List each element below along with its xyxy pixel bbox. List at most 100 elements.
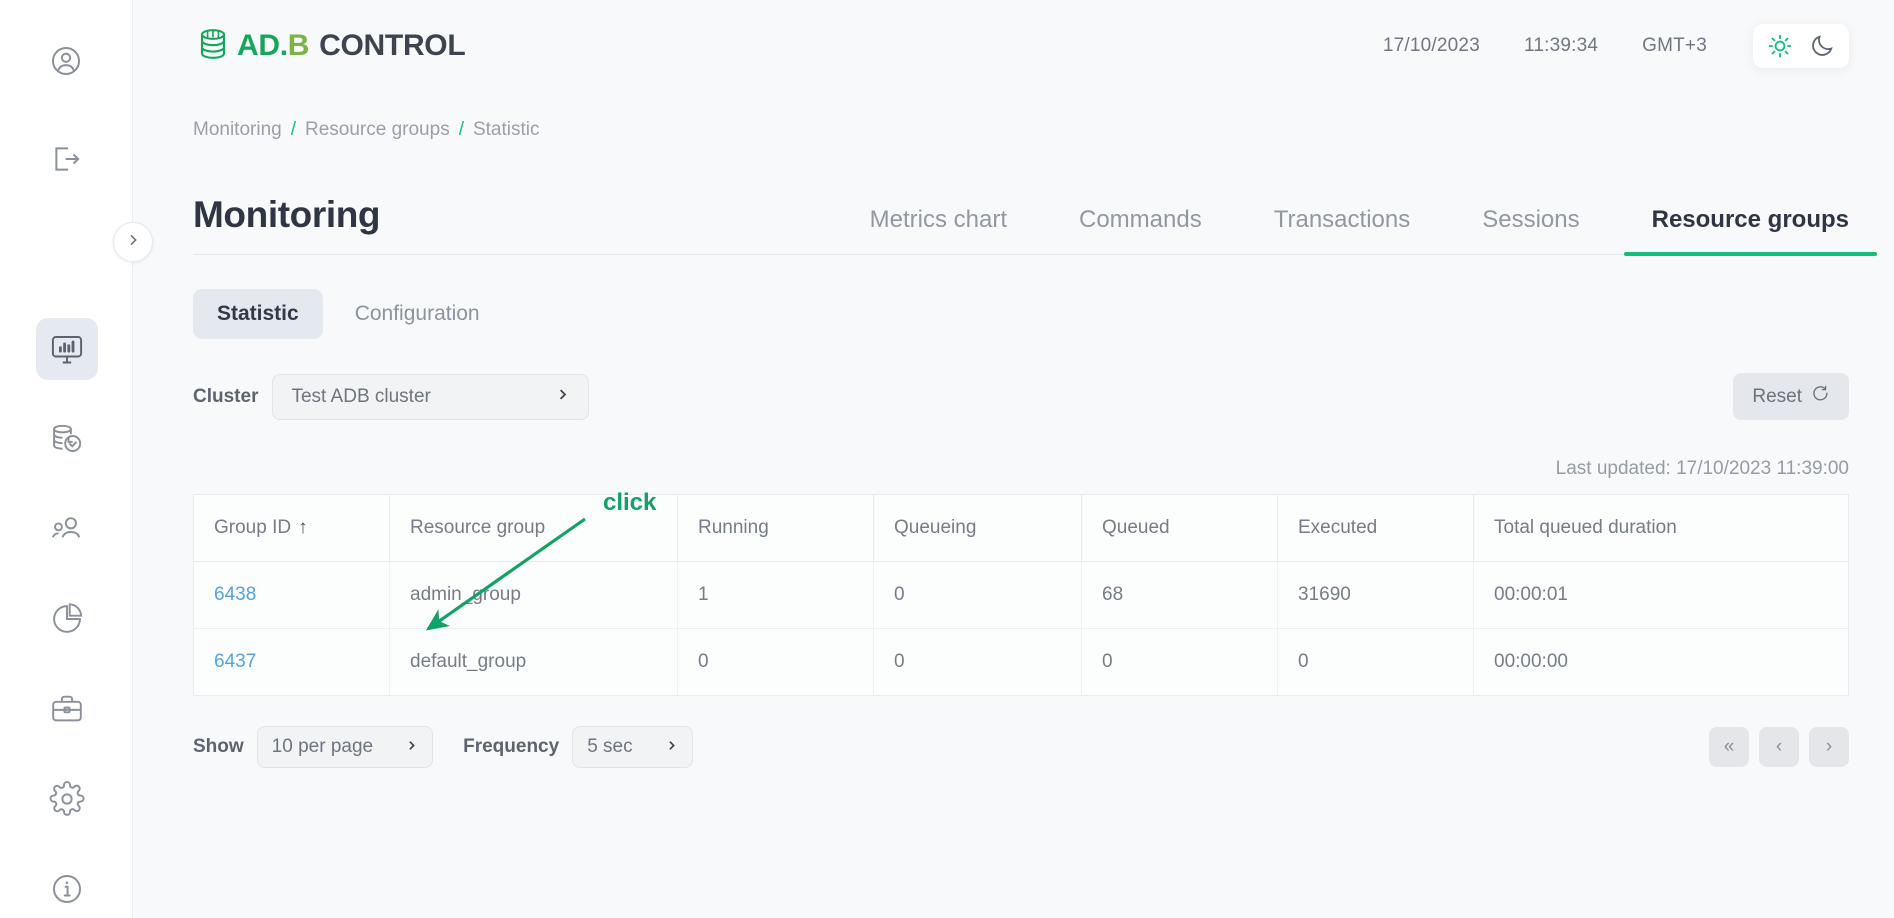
tab-resource-groups[interactable]: Resource groups (1652, 206, 1849, 254)
top-bar: AD.B CONTROL 17/10/2023 11:39:34 GMT+3 (133, 0, 1894, 92)
pagination: « ‹ › (1709, 727, 1849, 767)
refresh-icon (1811, 384, 1830, 409)
frequency-select[interactable]: 5 sec (572, 726, 692, 768)
breadcrumb: Monitoring / Resource groups / Statistic (193, 92, 1849, 141)
tab-metrics-chart[interactable]: Metrics chart (870, 206, 1007, 254)
cell-queued: 0 (1082, 629, 1278, 696)
breadcrumb-item-2[interactable]: Statistic (473, 119, 540, 141)
cell-executed: 31690 (1278, 562, 1474, 629)
subtab-statistic[interactable]: Statistic (193, 289, 323, 339)
breadcrumb-separator: / (291, 119, 296, 141)
logo-text-ad: AD (237, 29, 280, 62)
column-header-group-id-label: Group ID (214, 517, 291, 538)
chevron-right-icon (555, 386, 570, 408)
logo-mark-icon (193, 24, 233, 69)
sidebar-item-backup[interactable] (36, 408, 98, 470)
subtab-configuration[interactable]: Configuration (331, 289, 504, 339)
page-size-select[interactable]: 10 per page (257, 726, 433, 768)
breadcrumb-item-0[interactable]: Monitoring (193, 119, 282, 141)
logo-text-dot: . (280, 29, 288, 62)
cell-queueing: 0 (874, 629, 1082, 696)
header-right: 17/10/2023 11:39:34 GMT+3 (1339, 24, 1849, 68)
sort-ascending-icon: ↑ (298, 517, 308, 538)
table-row[interactable]: 6437 default_group 0 0 0 0 00:00:00 (194, 629, 1849, 696)
cell-running: 1 (678, 562, 874, 629)
resource-groups-table: Group ID↑ Resource group Running Queuein… (193, 494, 1849, 696)
logo-text-b: B (288, 29, 309, 62)
logout-icon[interactable] (35, 128, 97, 190)
cell-total-queued-duration: 00:00:01 (1474, 562, 1849, 629)
sidebar-nav (0, 318, 133, 918)
table-footer: Show 10 per page Frequency 5 sec « ‹ (193, 726, 1849, 768)
tab-transactions[interactable]: Transactions (1274, 206, 1411, 254)
tab-sessions[interactable]: Sessions (1482, 206, 1579, 254)
cell-queueing: 0 (874, 562, 1082, 629)
tab-bar: Monitoring Metrics chart Commands Transa… (193, 183, 1849, 255)
table-header-row: Group ID↑ Resource group Running Queuein… (194, 495, 1849, 562)
cell-group-id: 6437 (194, 629, 390, 696)
column-header-queued[interactable]: Queued (1082, 495, 1278, 562)
column-header-running[interactable]: Running (678, 495, 874, 562)
header-time: 11:39:34 (1524, 35, 1598, 57)
sidebar-item-monitoring[interactable] (36, 318, 98, 380)
annotation-label: click (603, 489, 656, 517)
sidebar-item-reports[interactable] (36, 588, 98, 650)
sidebar-collapse-toggle[interactable] (113, 222, 153, 262)
sidebar (0, 0, 133, 918)
sun-icon[interactable] (1767, 33, 1793, 59)
header-date: 17/10/2023 (1383, 35, 1480, 57)
table-row[interactable]: 6438 admin_group 1 0 68 31690 00:00:01 (194, 562, 1849, 629)
next-page-button[interactable]: › (1809, 727, 1849, 767)
reset-button[interactable]: Reset (1733, 373, 1849, 420)
chevron-right-icon (665, 736, 678, 758)
sub-tab-bar: Statistic Configuration (193, 289, 1849, 339)
cell-queued: 68 (1082, 562, 1278, 629)
first-page-button[interactable]: « (1709, 727, 1749, 767)
show-label: Show (193, 736, 244, 758)
column-header-executed[interactable]: Executed (1278, 495, 1474, 562)
header-timezone: GMT+3 (1642, 35, 1707, 57)
cell-executed: 0 (1278, 629, 1474, 696)
sidebar-top-group (0, 0, 132, 190)
logo-text-control: CONTROL (319, 29, 465, 62)
breadcrumb-separator: / (459, 119, 464, 141)
sidebar-item-users[interactable] (36, 498, 98, 560)
last-updated-text: Last updated: 17/10/2023 11:39:00 (193, 458, 1849, 480)
account-icon[interactable] (35, 30, 97, 92)
moon-icon[interactable] (1809, 33, 1835, 59)
cluster-label: Cluster (193, 386, 258, 408)
cell-group-id: 6438 (194, 562, 390, 629)
group-id-link[interactable]: 6438 (214, 584, 256, 605)
page-size-value: 10 per page (272, 736, 373, 758)
theme-switcher (1753, 24, 1849, 68)
sidebar-item-workspace[interactable] (36, 678, 98, 740)
filter-bar: Cluster Test ADB cluster Reset (193, 373, 1849, 420)
cell-total-queued-duration: 00:00:00 (1474, 629, 1849, 696)
main-content: AD.B CONTROL 17/10/2023 11:39:34 GMT+3 (133, 0, 1894, 918)
reset-button-label: Reset (1752, 386, 1802, 408)
app-logo[interactable]: AD.B CONTROL (193, 24, 465, 69)
prev-page-button[interactable]: ‹ (1759, 727, 1799, 767)
app-root: AD.B CONTROL 17/10/2023 11:39:34 GMT+3 (0, 0, 1894, 918)
group-id-link[interactable]: 6437 (214, 651, 256, 672)
cell-resource-group: admin_group (390, 562, 678, 629)
chevron-right-icon (125, 232, 141, 253)
tab-commands[interactable]: Commands (1079, 206, 1202, 254)
sidebar-item-settings[interactable] (36, 768, 98, 830)
sidebar-item-info[interactable] (36, 858, 98, 918)
cell-running: 0 (678, 629, 874, 696)
table-head: Group ID↑ Resource group Running Queuein… (194, 495, 1849, 562)
cell-resource-group: default_group (390, 629, 678, 696)
breadcrumb-item-1[interactable]: Resource groups (305, 119, 450, 141)
table-body: 6438 admin_group 1 0 68 31690 00:00:01 6… (194, 562, 1849, 696)
column-header-group-id[interactable]: Group ID ↑ (194, 495, 390, 562)
column-header-total-queued-duration[interactable]: Total queued duration (1474, 495, 1849, 562)
frequency-label: Frequency (463, 736, 559, 758)
content-area: Monitoring / Resource groups / Statistic… (133, 92, 1894, 768)
cluster-select-value: Test ADB cluster (291, 386, 430, 408)
page-title: Monitoring (193, 194, 380, 254)
frequency-value: 5 sec (587, 736, 632, 758)
cluster-select[interactable]: Test ADB cluster (272, 374, 589, 420)
chevron-right-icon (405, 736, 418, 758)
column-header-queueing[interactable]: Queueing (874, 495, 1082, 562)
